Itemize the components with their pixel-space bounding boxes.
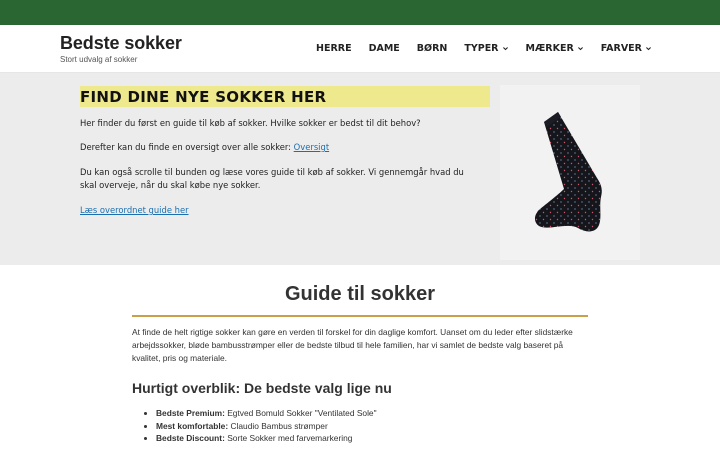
nav-item-label: TYPER: [464, 43, 499, 54]
nav-item-label: BØRN: [416, 43, 448, 54]
guide-intro: At finde de helt rigtige sokker kan gøre…: [132, 327, 573, 363]
hero-heading-text: FIND DINE NYE SOKKER HER: [80, 88, 327, 106]
list-item: Mest komfortable: Claudio Bambus strømpe…: [156, 420, 377, 433]
sock-icon: [534, 112, 602, 232]
sock-image[interactable]: [500, 85, 640, 260]
best-value: Egtved Bomuld Sokker "Ventilated Sole": [224, 408, 377, 418]
nav-item-herre[interactable]: HERRE: [316, 43, 352, 54]
hero-heading: FIND DINE NYE SOKKER HER: [80, 86, 490, 107]
hero-section: FIND DINE NYE SOKKER HER Her finder du f…: [0, 73, 720, 265]
best-label: Mest komfortable:: [156, 420, 229, 431]
nav-item-typer[interactable]: TYPER: [464, 43, 508, 54]
hero-guide-text: Du kan også scrolle til bunden og læse v…: [80, 167, 464, 190]
hero-overview-text: Derefter kan du finde en oversigt over a…: [80, 141, 480, 154]
nav-item-label: MÆRKER: [525, 43, 574, 54]
chevron-down-icon: [577, 47, 583, 51]
site-title[interactable]: Bedste sokker: [60, 33, 182, 54]
nav-item-label: FARVER: [600, 43, 642, 54]
list-item: Bedste Premium: Egtved Bomuld Sokker "Ve…: [156, 407, 377, 420]
best-picks-list: Bedste Premium: Egtved Bomuld Sokker "Ve…: [156, 407, 377, 445]
nav-item-farver[interactable]: FARVER: [601, 43, 652, 54]
top-bar: [0, 0, 720, 25]
overview-link[interactable]: Oversigt: [294, 142, 329, 152]
nav-item-label: HERRE: [316, 43, 352, 54]
best-value: Sorte Sokker med farvemarkering: [224, 433, 353, 444]
site-header: Bedste sokker Stort udvalg af sokker HER…: [0, 25, 720, 73]
best-label: Bedste Premium:: [156, 408, 225, 418]
main-nav: HERRE DAME BØRN TYPER MÆRKER FARVER: [299, 43, 652, 54]
list-item: Bedste Discount: Sorte Sokker med farvem…: [156, 432, 377, 445]
chevron-down-icon: [646, 47, 651, 51]
hero-guide-link-row: Læs overordnet guide her: [80, 204, 480, 217]
hero-overview-label: Derefter kan du finde en oversigt over a…: [80, 142, 294, 152]
overview-title: Hurtigt overblik: De bedste valg lige nu: [132, 380, 392, 396]
best-label: Bedste Discount:: [156, 433, 225, 444]
nav-item-maerker[interactable]: MÆRKER: [526, 43, 584, 54]
divider: [132, 315, 588, 317]
nav-item-label: DAME: [368, 43, 400, 54]
chevron-down-icon: [502, 47, 508, 51]
nav-item-dame[interactable]: DAME: [369, 43, 400, 54]
nav-item-born[interactable]: BØRN: [417, 43, 448, 54]
site-tagline: Stort udvalg af sokker: [60, 55, 138, 64]
hero-intro-text: Her finder du først en guide til køb af …: [80, 118, 421, 128]
guide-link[interactable]: Læs overordnet guide her: [80, 205, 189, 215]
guide-title: Guide til sokker: [284, 283, 436, 305]
best-value: Claudio Bambus strømper: [228, 420, 328, 431]
